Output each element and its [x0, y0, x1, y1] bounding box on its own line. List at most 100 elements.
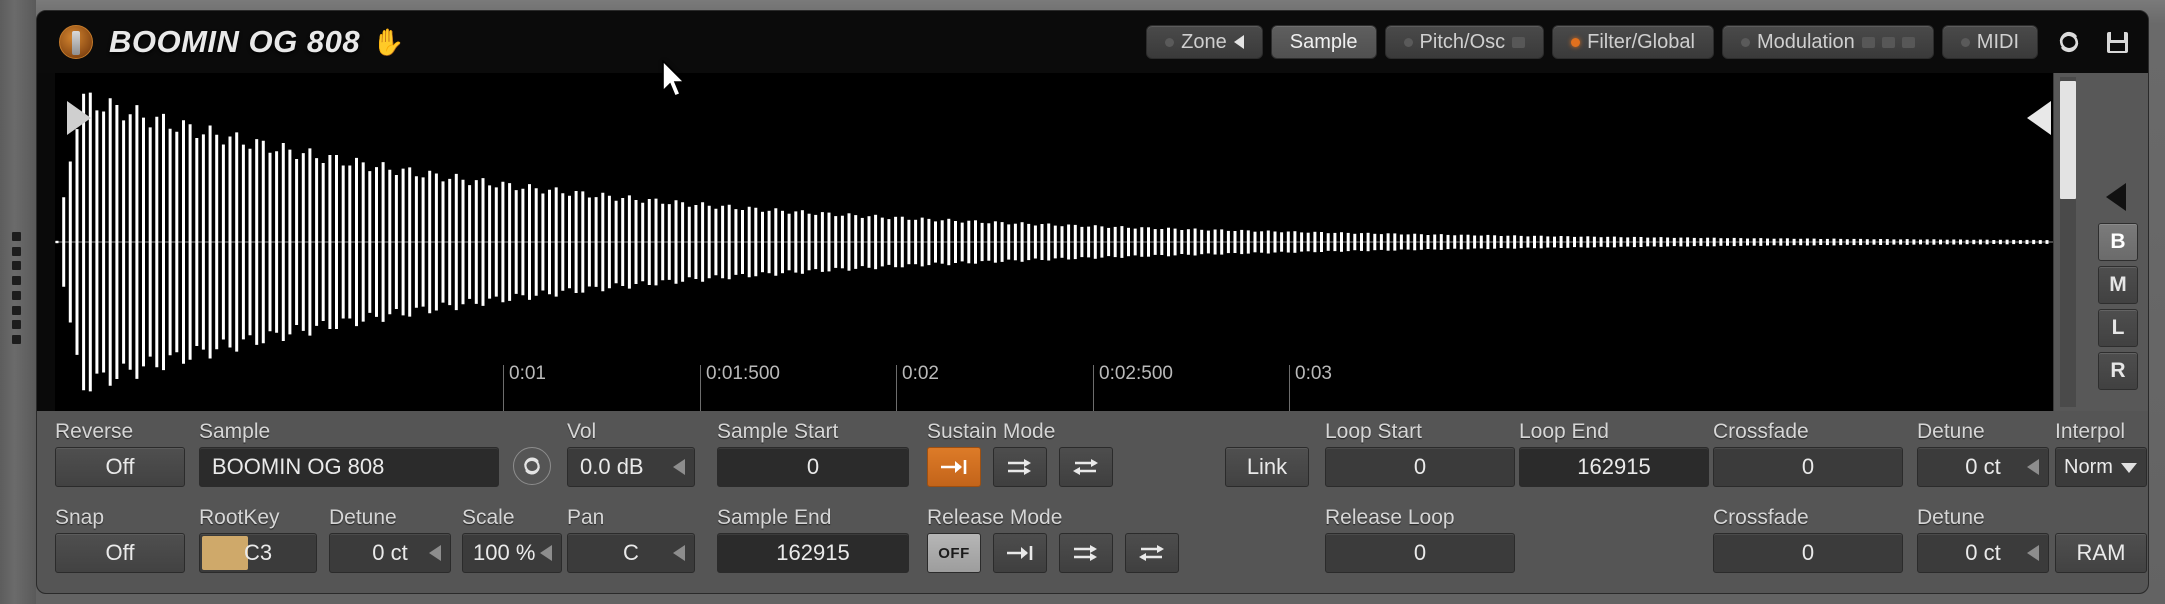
- crossfade-label-2: Crossfade: [1713, 506, 1809, 529]
- tab-filter-global[interactable]: Filter/Global: [1552, 25, 1714, 59]
- pan-value: C: [623, 540, 639, 565]
- pan-spinner-icon[interactable]: [673, 545, 685, 561]
- rootkey-label: RootKey: [199, 506, 280, 529]
- hand-icon[interactable]: ✋: [372, 29, 404, 55]
- chevron-down-icon[interactable]: [2121, 463, 2137, 473]
- snap-label: Snap: [55, 506, 105, 529]
- sample-name-field[interactable]: BOOMIN OG 808: [199, 447, 499, 487]
- detune-spinner-icon-1[interactable]: [2027, 459, 2039, 475]
- crossfade-field-1[interactable]: 0: [1713, 447, 1903, 487]
- release-loop-field[interactable]: 0: [1325, 533, 1515, 573]
- refresh-icon[interactable]: [2052, 25, 2086, 59]
- detune-spinner-icon-2[interactable]: [2027, 545, 2039, 561]
- sample-label: Sample: [199, 420, 271, 443]
- detune-label-1: Detune: [1917, 420, 1985, 443]
- channel-button-l[interactable]: L: [2098, 309, 2138, 347]
- ram-button[interactable]: RAM: [2055, 533, 2147, 573]
- sustain-mode-loop-alternate-icon[interactable]: [1059, 447, 1113, 487]
- page-title: BOOMIN OG 808: [109, 24, 361, 59]
- release-mode-label: Release Mode: [927, 506, 1063, 529]
- tab-pitch-osc-label: Pitch/Osc: [1419, 30, 1506, 53]
- detune-field-2[interactable]: 0 ct: [1917, 533, 2049, 573]
- release-mode-loop-forward-icon[interactable]: [1059, 533, 1113, 573]
- tab-filter-global-dot-icon: [1571, 37, 1581, 47]
- channel-button-m[interactable]: M: [2098, 266, 2138, 304]
- tab-pitch-osc[interactable]: Pitch/Osc: [1384, 25, 1545, 59]
- time-label-2: 0:01:500: [706, 363, 780, 384]
- rootkey-detune-field[interactable]: 0 ct: [329, 533, 451, 573]
- tab-modulation-filler3-icon: [1901, 36, 1915, 48]
- sample-end-marker[interactable]: [2027, 101, 2051, 135]
- rootkey-field[interactable]: C3: [199, 533, 317, 573]
- sample-start-label: Sample Start: [717, 420, 839, 443]
- tab-modulation-dot-icon: [1740, 37, 1750, 47]
- channel-button-b[interactable]: B: [2098, 223, 2138, 261]
- snap-toggle[interactable]: Off: [55, 533, 185, 573]
- time-label-5: 0:03: [1295, 363, 1332, 384]
- vol-field[interactable]: 0.0 dB: [567, 447, 695, 487]
- crossfade-field-2[interactable]: 0: [1713, 533, 1903, 573]
- channel-button-r[interactable]: R: [2098, 352, 2138, 390]
- tab-bar: Zone Sample Pitch/Osc Filter/Global Modu…: [1146, 25, 2134, 59]
- tab-zone-dot-icon: [1165, 37, 1175, 47]
- detune-field-1[interactable]: 0 ct: [1917, 447, 2049, 487]
- interpol-select[interactable]: Norm: [2055, 447, 2147, 487]
- detune-value-2: 0 ct: [1965, 540, 2001, 565]
- scale-field[interactable]: 100 %: [462, 533, 562, 573]
- tab-modulation-filler2-icon: [1881, 36, 1895, 48]
- reverse-label: Reverse: [55, 420, 134, 443]
- time-label-4: 0:02:500: [1099, 363, 1173, 384]
- sample-start-marker[interactable]: [67, 101, 91, 135]
- crossfade-label-1: Crossfade: [1713, 420, 1809, 443]
- sustain-mode-loop-forward-icon[interactable]: [993, 447, 1047, 487]
- release-mode-off-label: OFF: [938, 544, 970, 562]
- collapse-left-icon[interactable]: [2106, 183, 2126, 211]
- header-bar: BOOMIN OG 808 ✋ Zone Sample Pitch/Osc Fi…: [37, 11, 2148, 73]
- release-mode-off-button[interactable]: OFF: [927, 533, 981, 573]
- vol-label: Vol: [567, 420, 597, 443]
- loop-start-field[interactable]: 0: [1325, 447, 1515, 487]
- rootkey-highlight: [202, 536, 248, 570]
- tab-sample[interactable]: Sample: [1270, 25, 1377, 59]
- tab-modulation-filler-icon: [1861, 36, 1875, 48]
- main-panel: BOOMIN OG 808 ✋ Zone Sample Pitch/Osc Fi…: [36, 10, 2149, 594]
- tab-pitch-osc-filler-icon: [1512, 36, 1526, 48]
- sampler-window: BOOMIN OG 808 ✋ Zone Sample Pitch/Osc Fi…: [0, 0, 2165, 604]
- loop-end-field[interactable]: 162915: [1519, 447, 1709, 487]
- sample-reload-icon[interactable]: [513, 447, 551, 485]
- rootkey-detune-value: 0 ct: [372, 540, 408, 565]
- drag-grip-icon[interactable]: [12, 232, 22, 344]
- interpol-label: Interpol: [2055, 420, 2126, 443]
- tab-modulation[interactable]: Modulation: [1721, 25, 1934, 59]
- save-disk-icon[interactable]: [2100, 25, 2134, 59]
- vertical-scrollbar-thumb[interactable]: [2060, 81, 2076, 199]
- left-grip-rail[interactable]: [0, 0, 36, 604]
- loop-end-label: Loop End: [1519, 420, 1609, 443]
- scale-label: Scale: [462, 506, 515, 529]
- release-mode-loop-alternate-icon[interactable]: [1125, 533, 1179, 573]
- pan-field[interactable]: C: [567, 533, 695, 573]
- tab-zone[interactable]: Zone: [1146, 25, 1263, 59]
- sustain-mode-arrow-to-bar-icon[interactable]: [927, 447, 981, 487]
- vol-value: 0.0 dB: [580, 454, 644, 479]
- waveform-display[interactable]: 0:01 0:01:500 0:02 0:02:500 0:03: [55, 73, 2053, 411]
- control-row-1: Reverse Off Sample BOOMIN OG 808 Vol 0.0…: [37, 417, 2148, 503]
- tab-sample-label: Sample: [1289, 30, 1358, 53]
- tab-filter-global-label: Filter/Global: [1587, 30, 1695, 53]
- tab-midi[interactable]: MIDI: [1941, 25, 2038, 59]
- tab-midi-dot-icon: [1960, 37, 1970, 47]
- vol-spinner-icon[interactable]: [673, 459, 685, 475]
- sample-end-field[interactable]: 162915: [717, 533, 909, 573]
- interpol-value: Norm: [2064, 455, 2113, 478]
- tab-midi-label: MIDI: [1976, 30, 2019, 53]
- rootkey-detune-spinner-icon[interactable]: [429, 545, 441, 561]
- scale-spinner-icon[interactable]: [540, 545, 552, 561]
- reverse-toggle[interactable]: Off: [55, 447, 185, 487]
- sample-start-field[interactable]: 0: [717, 447, 909, 487]
- release-loop-label: Release Loop: [1325, 506, 1455, 529]
- sustain-mode-label: Sustain Mode: [927, 420, 1056, 443]
- instrument-round-icon[interactable]: [59, 25, 93, 59]
- tab-modulation-label: Modulation: [1756, 30, 1855, 53]
- release-mode-arrow-to-bar-icon[interactable]: [993, 533, 1047, 573]
- link-button[interactable]: Link: [1225, 447, 1309, 487]
